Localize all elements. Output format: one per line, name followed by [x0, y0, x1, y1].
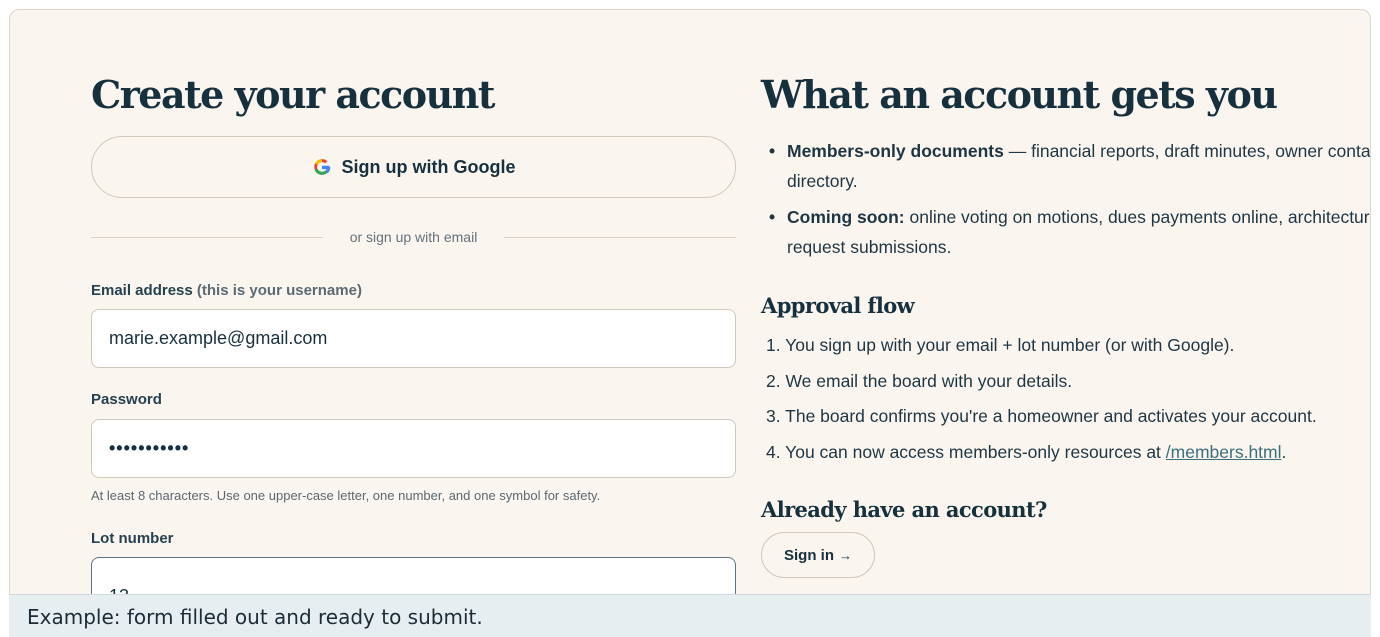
benefits-list: Members-only documents — financial repor… [767, 136, 1370, 268]
info-title: What an account gets you [761, 72, 1278, 117]
step-item: 4. You can now access members-only resou… [766, 435, 1370, 471]
password-hint: At least 8 characters. Use one upper-cas… [91, 488, 601, 503]
approval-steps: 1. You sign up with your email + lot num… [766, 328, 1370, 471]
google-signup-label: Sign up with Google [341, 156, 516, 177]
signup-title: Create your account [91, 72, 495, 117]
password-field[interactable]: ••••••••••• [91, 419, 736, 478]
password-label: Password [91, 391, 162, 408]
sign-in-label: Sign in [784, 546, 834, 564]
step-item: 1. You sign up with your email + lot num… [766, 335, 1235, 355]
email-divider: or sign up with email [91, 228, 736, 246]
email-field[interactable]: marie.example@gmail.com [91, 309, 736, 368]
sign-in-button[interactable]: Sign in → [761, 532, 875, 578]
page-frame: Create your account Sign up with Google … [9, 9, 1371, 637]
step-text: 4. You can now access members-only resou… [766, 441, 1166, 462]
email-label-text: Email address [91, 282, 193, 299]
approval-flow-title: Approval flow [761, 293, 915, 318]
arrow-right-icon: → [839, 547, 852, 563]
step-end: . [1281, 441, 1287, 462]
benefit-item: Members-only documents — financial repor… [767, 136, 1370, 196]
divider-line-right [504, 237, 736, 238]
already-account-title: Already have an account? [761, 497, 1047, 522]
example-caption: Example: form filled out and ready to su… [9, 594, 1371, 637]
google-g-icon [313, 159, 330, 175]
members-link[interactable]: /members.html [1166, 442, 1282, 462]
google-signup-button[interactable]: Sign up with Google [91, 136, 736, 198]
step-item: 3. The board confirms you're a homeowner… [766, 406, 1317, 426]
email-label: Email address (this is your username) [91, 282, 362, 299]
step-item: 2. We email the board with your details. [766, 370, 1073, 391]
benefit-bold: Coming soon: [787, 207, 905, 227]
email-label-note: (this is your username) [196, 282, 362, 299]
benefit-item: Coming soon: online voting on motions, d… [767, 202, 1370, 262]
lot-number-label: Lot number [91, 530, 174, 547]
benefit-bold: Members-only documents [787, 141, 1004, 161]
